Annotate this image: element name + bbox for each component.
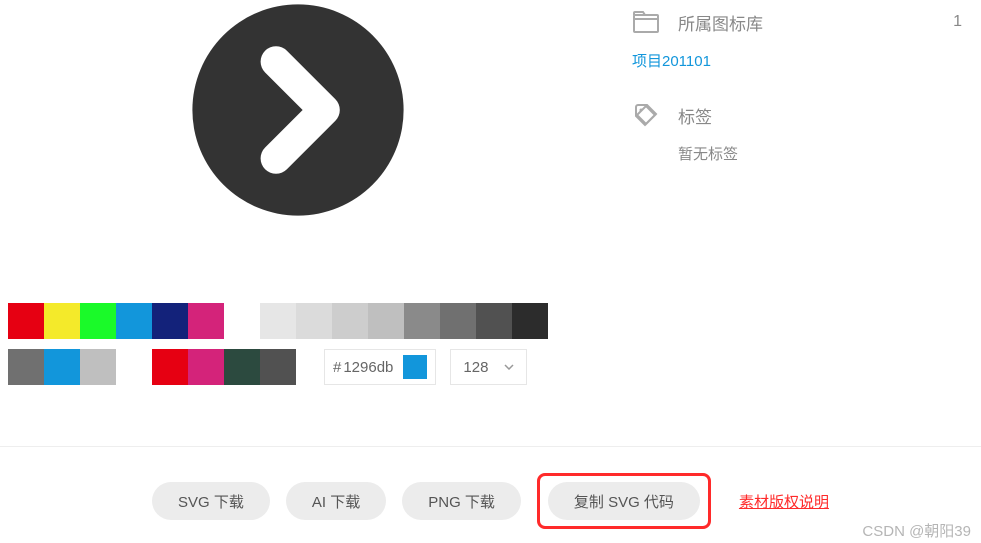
color-swatch[interactable] [404, 303, 440, 339]
ai-download-button[interactable]: AI 下载 [286, 482, 386, 520]
color-swatch[interactable] [260, 303, 296, 339]
color-swatch[interactable] [332, 303, 368, 339]
copyright-link[interactable]: 素材版权说明 [739, 491, 829, 512]
palette-row-1 [8, 303, 590, 339]
hex-input-group[interactable]: # 1296db [324, 349, 436, 385]
color-swatch[interactable] [512, 303, 548, 339]
color-swatch[interactable] [8, 303, 44, 339]
color-swatch[interactable] [224, 303, 260, 339]
tag-meta-row: 标签 [632, 101, 972, 129]
highlight-annotation: 复制 SVG 代码 [537, 473, 711, 529]
chevron-right-circle-icon [188, 0, 408, 220]
tag-label: 标签 [678, 103, 972, 128]
color-swatch[interactable] [188, 349, 224, 385]
color-swatch[interactable] [80, 349, 116, 385]
hex-color-preview [403, 355, 427, 379]
color-swatch[interactable] [440, 303, 476, 339]
palette-row-2: # 1296db 128 [8, 349, 590, 385]
color-swatch[interactable] [224, 349, 260, 385]
copy-svg-button[interactable]: 复制 SVG 代码 [548, 482, 700, 520]
color-swatch-empty [116, 349, 152, 385]
color-swatch[interactable] [152, 303, 188, 339]
library-link[interactable]: 项目201101 [632, 50, 972, 71]
library-label: 所属图标库 [678, 10, 953, 35]
color-swatch[interactable] [44, 303, 80, 339]
tag-icon [632, 101, 660, 129]
color-swatch[interactable] [296, 303, 332, 339]
size-select[interactable]: 128 [450, 349, 527, 385]
color-palette: # 1296db 128 [8, 303, 590, 385]
color-swatch[interactable] [44, 349, 80, 385]
icon-preview-area [8, 0, 588, 285]
png-download-button[interactable]: PNG 下载 [402, 482, 521, 520]
hex-value[interactable]: 1296db [343, 359, 393, 376]
hex-prefix: # [333, 359, 341, 376]
size-value: 128 [463, 359, 488, 376]
color-swatch[interactable] [8, 349, 44, 385]
library-meta-row: 所属图标库 1 [632, 8, 972, 36]
chevron-down-icon [504, 362, 514, 372]
color-swatch[interactable] [368, 303, 404, 339]
color-swatch[interactable] [152, 349, 188, 385]
library-count: 1 [953, 13, 972, 31]
tag-empty-text: 暂无标签 [678, 143, 972, 164]
folder-icon [632, 8, 660, 36]
left-panel: # 1296db 128 [0, 0, 590, 395]
color-swatch[interactable] [188, 303, 224, 339]
svg-download-button[interactable]: SVG 下载 [152, 482, 270, 520]
right-panel: 所属图标库 1 项目201101 标签 暂无标签 [632, 0, 972, 395]
color-swatch[interactable] [116, 303, 152, 339]
color-swatch[interactable] [80, 303, 116, 339]
color-swatch[interactable] [476, 303, 512, 339]
bottom-action-bar: SVG 下载 AI 下载 PNG 下载 复制 SVG 代码 素材版权说明 [0, 446, 981, 529]
color-swatch[interactable] [260, 349, 296, 385]
